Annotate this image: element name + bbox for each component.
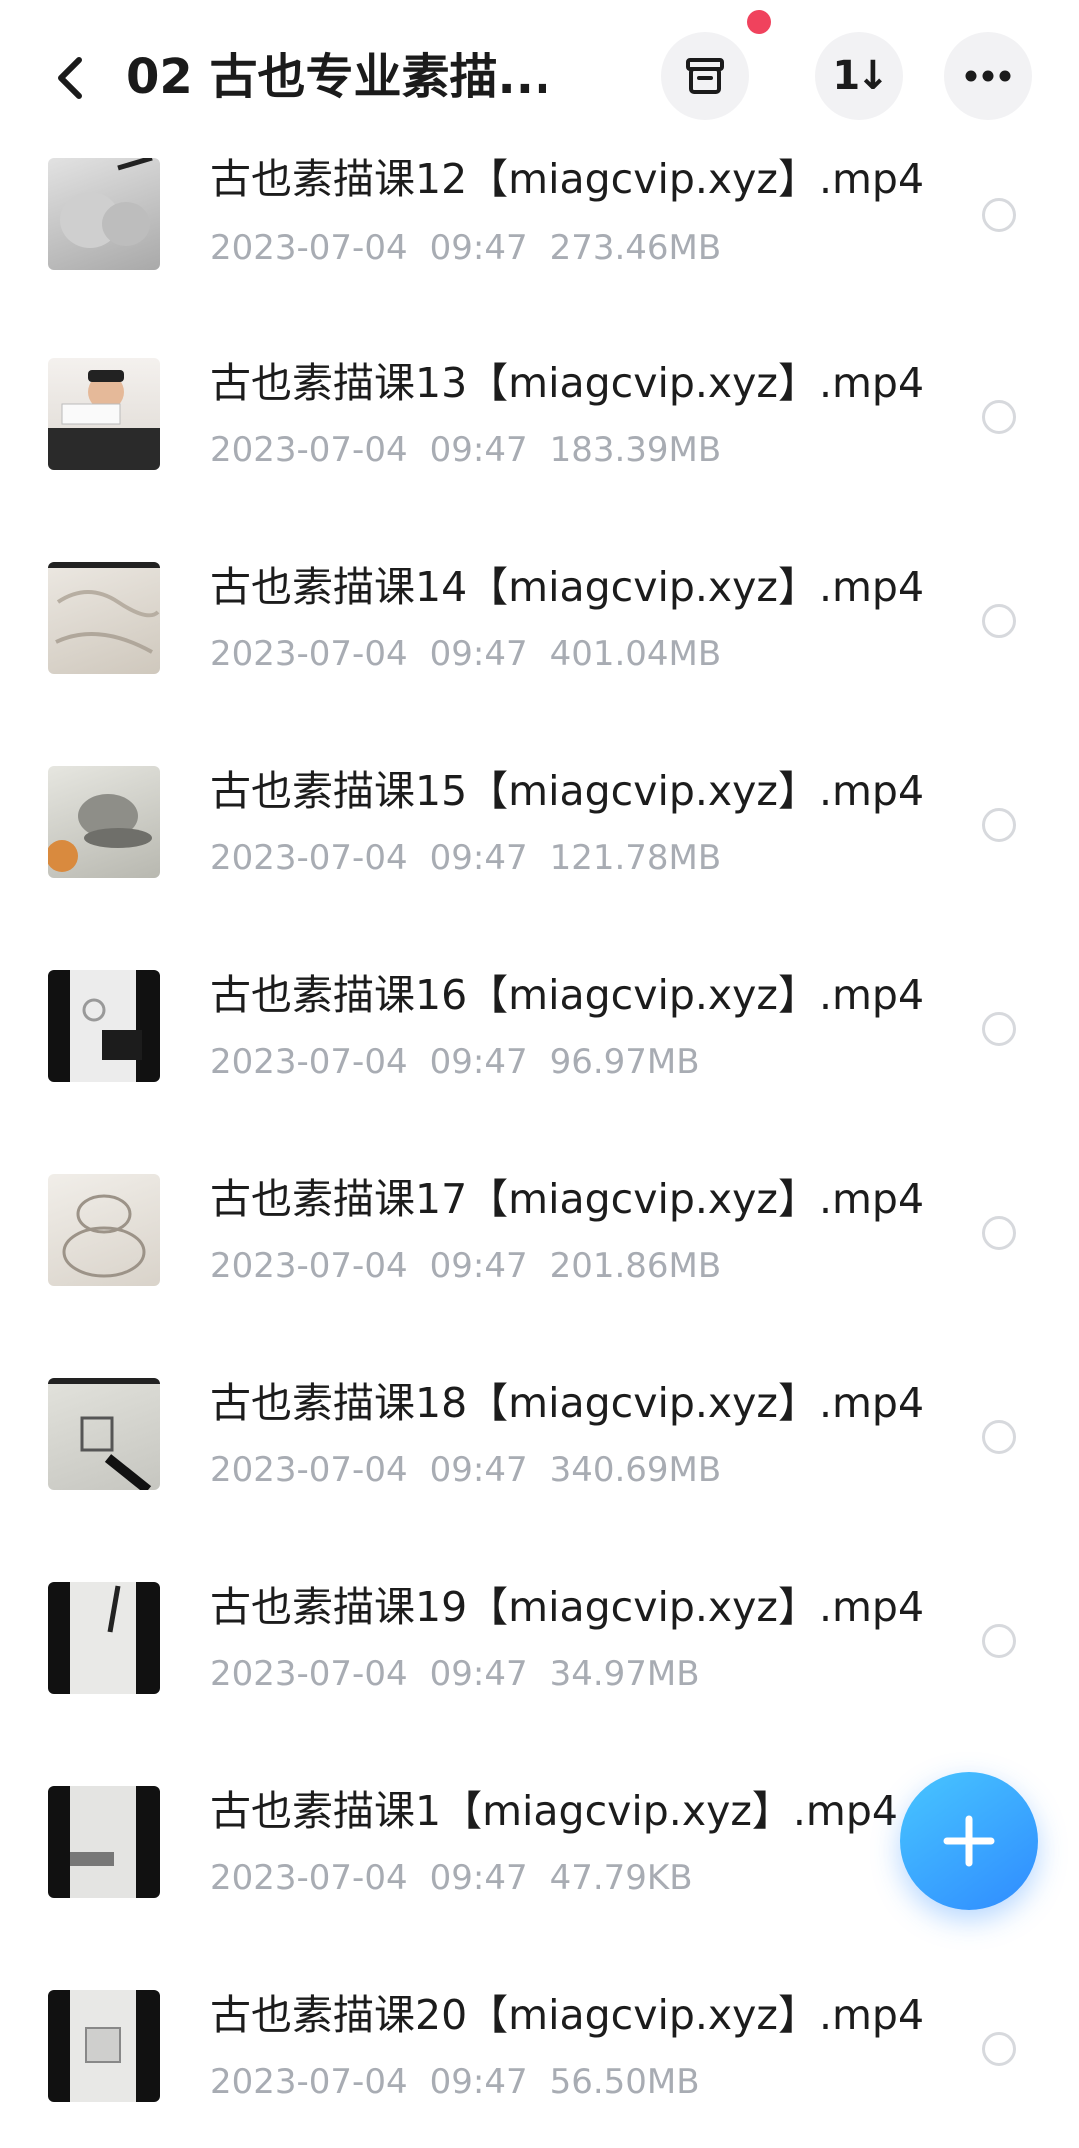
chevron-left-icon	[58, 57, 82, 99]
select-radio[interactable]	[982, 400, 1016, 434]
video-thumbnail	[48, 1786, 160, 1898]
top-bar: 02 古也专业素描... 1↓	[0, 0, 1079, 150]
file-name: 古也素描课14【miagcvip.xyz】.mp4	[210, 563, 925, 611]
notification-dot	[747, 10, 771, 34]
sort-button[interactable]: 1↓	[815, 32, 903, 120]
file-meta: 2023-07-04 09:47 121.78MB	[210, 836, 743, 880]
file-date: 2023-07-04	[210, 228, 408, 268]
file-time: 09:47	[429, 2062, 528, 2102]
file-size: 47.79KB	[549, 1858, 693, 1898]
file-meta: 2023-07-04 09:47 183.39MB	[210, 428, 743, 472]
select-radio[interactable]	[982, 808, 1016, 842]
video-thumbnail	[48, 1582, 160, 1694]
select-radio[interactable]	[982, 604, 1016, 638]
file-name: 古也素描课15【miagcvip.xyz】.mp4	[210, 767, 925, 815]
file-size: 201.86MB	[549, 1246, 722, 1286]
video-thumbnail	[48, 158, 160, 270]
file-date: 2023-07-04	[210, 634, 408, 674]
plus-icon	[943, 1815, 995, 1867]
file-time: 09:47	[429, 838, 528, 878]
file-time: 09:47	[429, 1042, 528, 1082]
video-thumbnail	[48, 358, 160, 470]
file-size: 56.50MB	[549, 2062, 700, 2102]
page-title: 02 古也专业素描...	[126, 49, 546, 105]
file-time: 09:47	[429, 1450, 528, 1490]
file-size: 34.97MB	[549, 1654, 700, 1694]
file-time: 09:47	[429, 634, 528, 674]
file-time: 09:47	[429, 1654, 528, 1694]
file-size: 340.69MB	[549, 1450, 722, 1490]
file-size: 121.78MB	[549, 838, 722, 878]
file-date: 2023-07-04	[210, 430, 408, 470]
file-meta: 2023-07-04 09:47 96.97MB	[210, 1040, 722, 1084]
file-time: 09:47	[429, 1246, 528, 1286]
video-thumbnail	[48, 1378, 160, 1490]
video-thumbnail	[48, 562, 160, 674]
file-row[interactable]: 古也素描课14【miagcvip.xyz】.mp4 2023-07-04 09:4…	[0, 516, 1079, 720]
file-date: 2023-07-04	[210, 1246, 408, 1286]
select-radio[interactable]	[982, 1012, 1016, 1046]
add-button[interactable]	[900, 1772, 1038, 1910]
file-meta: 2023-07-04 09:47 401.04MB	[210, 632, 743, 676]
video-thumbnail	[48, 1174, 160, 1286]
archive-box-icon	[686, 58, 724, 94]
file-name: 古也素描课18【miagcvip.xyz】.mp4	[210, 1379, 925, 1427]
file-size: 183.39MB	[549, 430, 722, 470]
file-name: 古也素描课12【miagcvip.xyz】.mp4	[210, 155, 925, 203]
video-thumbnail	[48, 766, 160, 878]
file-meta: 2023-07-04 09:47 34.97MB	[210, 1652, 722, 1696]
video-thumbnail	[48, 970, 160, 1082]
select-radio[interactable]	[982, 1420, 1016, 1454]
file-name: 古也素描课19【miagcvip.xyz】.mp4	[210, 1583, 925, 1631]
file-size: 96.97MB	[549, 1042, 700, 1082]
more-dots-icon	[965, 70, 1011, 82]
file-row[interactable]: 古也素描课16【miagcvip.xyz】.mp4 2023-07-04 09:4…	[0, 924, 1079, 1128]
file-time: 09:47	[429, 228, 528, 268]
file-row[interactable]: 古也素描课15【miagcvip.xyz】.mp4 2023-07-04 09:4…	[0, 720, 1079, 924]
video-thumbnail	[48, 1990, 160, 2102]
file-name: 古也素描课1【miagcvip.xyz】.mp4	[210, 1787, 898, 1835]
select-radio[interactable]	[982, 1624, 1016, 1658]
file-date: 2023-07-04	[210, 2062, 408, 2102]
more-button[interactable]	[944, 32, 1032, 120]
file-name: 古也素描课13【miagcvip.xyz】.mp4	[210, 359, 925, 407]
file-name: 古也素描课20【miagcvip.xyz】.mp4	[210, 1991, 925, 2039]
file-meta: 2023-07-04 09:47 56.50MB	[210, 2060, 722, 2104]
file-size: 273.46MB	[549, 228, 722, 268]
file-name: 古也素描课17【miagcvip.xyz】.mp4	[210, 1175, 925, 1223]
file-row[interactable]: 古也素描课17【miagcvip.xyz】.mp4 2023-07-04 09:4…	[0, 1128, 1079, 1332]
file-time: 09:47	[429, 1858, 528, 1898]
archive-button[interactable]	[661, 32, 749, 120]
file-meta: 2023-07-04 09:47 340.69MB	[210, 1448, 743, 1492]
file-date: 2023-07-04	[210, 1654, 408, 1694]
file-date: 2023-07-04	[210, 1858, 408, 1898]
file-date: 2023-07-04	[210, 1450, 408, 1490]
select-radio[interactable]	[982, 1216, 1016, 1250]
file-row[interactable]: 古也素描课20【miagcvip.xyz】.mp4 2023-07-04 09:4…	[0, 1944, 1079, 2148]
file-meta: 2023-07-04 09:47 47.79KB	[210, 1856, 715, 1900]
file-meta: 2023-07-04 09:47 273.46MB	[210, 226, 743, 270]
select-radio[interactable]	[982, 198, 1016, 232]
back-button[interactable]	[40, 45, 100, 111]
file-size: 401.04MB	[549, 634, 722, 674]
sort-icon: 1↓	[832, 53, 889, 99]
file-time: 09:47	[429, 430, 528, 470]
file-date: 2023-07-04	[210, 1042, 408, 1082]
file-date: 2023-07-04	[210, 838, 408, 878]
select-radio[interactable]	[982, 2032, 1016, 2066]
file-name: 古也素描课16【miagcvip.xyz】.mp4	[210, 971, 925, 1019]
file-row[interactable]: 古也素描课19【miagcvip.xyz】.mp4 2023-07-04 09:4…	[0, 1536, 1079, 1740]
file-row[interactable]: 古也素描课18【miagcvip.xyz】.mp4 2023-07-04 09:4…	[0, 1332, 1079, 1536]
file-meta: 2023-07-04 09:47 201.86MB	[210, 1244, 743, 1288]
file-row[interactable]: 古也素描课13【miagcvip.xyz】.mp4 2023-07-04 09:4…	[0, 312, 1079, 516]
